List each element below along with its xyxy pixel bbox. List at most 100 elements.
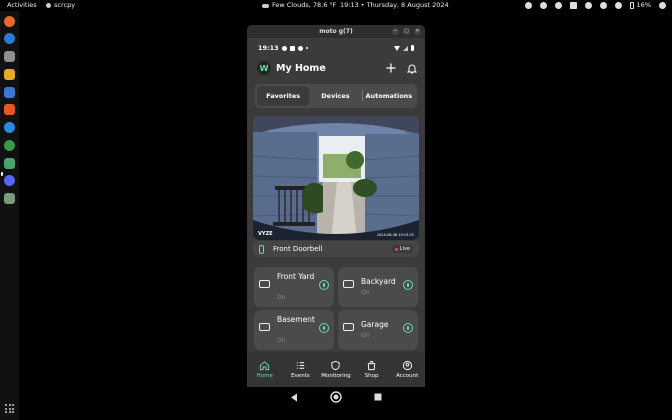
camera-name: Front Doorbell [273, 245, 323, 253]
device-name: Backyard [361, 277, 396, 286]
writer-icon[interactable] [4, 87, 15, 98]
nav-account[interactable]: Account [389, 352, 425, 387]
shopping-bag-icon [367, 360, 376, 371]
tab-devices[interactable]: Devices [309, 86, 361, 106]
power-toggle-icon[interactable] [319, 323, 329, 333]
device-status: On [361, 289, 370, 296]
battery-label: 16% [636, 1, 651, 9]
window-titlebar[interactable]: moto g(7) – □ ✕ [247, 25, 425, 38]
live-badge: Live [391, 245, 413, 253]
nav-shop-label: Shop [364, 373, 379, 379]
trash-icon[interactable] [4, 193, 15, 204]
live-dot-icon [394, 247, 398, 251]
cloud-icon [262, 3, 269, 8]
bell-icon[interactable] [407, 63, 417, 74]
device-card-basement[interactable]: Basement On [254, 310, 334, 350]
nav-shop[interactable]: Shop [354, 352, 390, 387]
close-icon[interactable]: ✕ [414, 28, 421, 35]
window-title: moto g(7) [319, 28, 353, 35]
discord-alt-icon[interactable] [554, 2, 562, 9]
discord-icon[interactable] [4, 175, 15, 186]
nav-home[interactable]: Home [247, 352, 283, 387]
network-icon[interactable] [599, 2, 607, 9]
android-nav-bar [247, 387, 425, 407]
weather-label: Few Clouds, 78.6 °F [272, 1, 337, 9]
camera-icon [343, 280, 354, 288]
dock [0, 11, 19, 420]
camera-icon [259, 323, 270, 331]
chrome-icon[interactable] [4, 140, 15, 151]
browser-icon[interactable] [4, 33, 15, 44]
scrcpy-icon[interactable] [4, 158, 15, 169]
tab-automations[interactable]: Automations [363, 86, 415, 106]
home-icon [260, 361, 270, 371]
camera-watermark: VYZE [258, 231, 273, 237]
chat-icon[interactable] [524, 2, 532, 9]
page-title[interactable]: My Home [276, 63, 326, 74]
signal-icon [403, 45, 408, 51]
battery-indicator[interactable]: 16% [629, 0, 651, 11]
camera-feed[interactable]: VYZE 2024-08-08 19:13:25 [253, 116, 419, 240]
activities-button[interactable]: Activities [7, 0, 37, 11]
phone-status-bar: 19:13 [258, 43, 414, 53]
app-menu-label: scrcpy [54, 1, 76, 9]
camera-icon [343, 323, 354, 331]
device-status: On [277, 294, 286, 301]
account-icon [402, 360, 412, 371]
volume-icon[interactable] [614, 2, 622, 9]
power-toggle-icon[interactable] [403, 280, 413, 290]
help-icon[interactable] [4, 122, 15, 133]
device-name: Basement [277, 315, 315, 324]
device-name: Front Yard [277, 272, 315, 281]
gnome-top-bar: Activities scrcpy Few Clouds, 78.6 °F 19… [0, 0, 672, 11]
maximize-icon[interactable]: □ [403, 28, 410, 35]
phone-screen: 19:13 W My Home Favorites Devices Automa… [247, 38, 425, 387]
power-toggle-icon[interactable] [403, 323, 413, 333]
system-tray: 16% [524, 0, 666, 11]
battery-icon [629, 2, 634, 9]
files-icon[interactable] [4, 51, 15, 62]
active-indicator [1, 172, 3, 176]
sync-icon [297, 45, 303, 51]
discord-tray-icon[interactable] [584, 2, 592, 9]
wifi-icon [394, 45, 400, 51]
nav-events[interactable]: Events [283, 352, 319, 387]
camera-timestamp: 2024-08-08 19:13:25 [376, 233, 414, 237]
weather-indicator[interactable]: Few Clouds, 78.6 °F [262, 0, 336, 11]
nav-account-label: Account [396, 373, 419, 379]
live-label: Live [399, 246, 410, 252]
device-card-backyard[interactable]: Backyard On [338, 267, 418, 307]
tab-bar: Favorites Devices Automations [255, 84, 417, 108]
power-icon[interactable] [659, 2, 666, 9]
more-notifications-icon [305, 47, 308, 49]
power-toggle-icon[interactable] [319, 280, 329, 290]
add-icon[interactable] [386, 63, 396, 73]
minimize-icon[interactable]: – [392, 28, 399, 35]
device-card-front-yard[interactable]: Front Yard On [254, 267, 334, 307]
clock[interactable]: 19:13 • Thursday, 8 August 2024 [340, 0, 449, 11]
camera-label-bar[interactable]: Front Doorbell Live [253, 241, 419, 257]
shield-icon [331, 360, 341, 371]
camera-icon [259, 280, 270, 288]
nav-events-label: Events [291, 373, 310, 379]
wyze-logo: W [257, 61, 271, 75]
home-button-icon[interactable] [330, 391, 342, 403]
rhythmbox-icon[interactable] [4, 69, 15, 80]
discord-icon[interactable] [539, 2, 547, 9]
scrcpy-window: moto g(7) – □ ✕ 19:13 W My Home Favorite… [247, 25, 425, 387]
window-icon[interactable] [569, 2, 577, 9]
recents-icon[interactable] [374, 393, 382, 401]
firefox-icon[interactable] [4, 16, 15, 27]
show-apps-icon[interactable] [5, 404, 14, 413]
nav-monitoring[interactable]: Monitoring [318, 352, 354, 387]
device-card-garage[interactable]: Garage On [338, 310, 418, 350]
nav-home-label: Home [256, 373, 273, 379]
phone-time: 19:13 [258, 44, 279, 52]
device-status: On [277, 337, 286, 344]
back-icon[interactable] [290, 393, 298, 402]
software-icon[interactable] [4, 104, 15, 115]
device-name: Garage [361, 320, 389, 329]
scrcpy-icon [46, 3, 51, 8]
app-menu[interactable]: scrcpy [46, 0, 75, 11]
tab-favorites[interactable]: Favorites [257, 86, 310, 106]
